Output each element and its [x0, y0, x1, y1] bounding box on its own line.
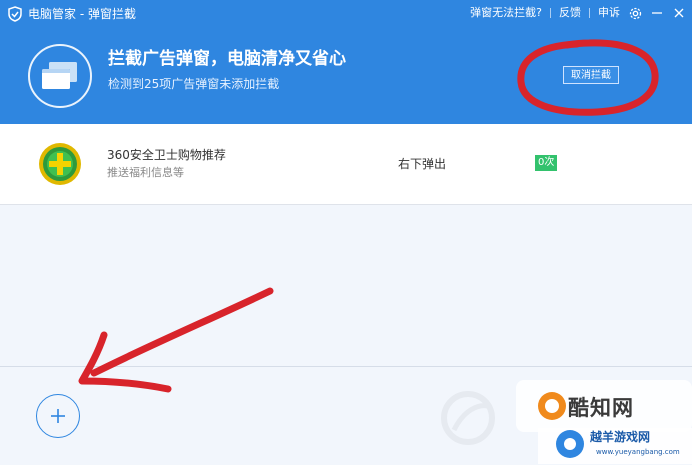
window-title: 电脑管家 - 弹窗拦截 [28, 7, 136, 21]
header-banner: 拦截广告弹窗，电脑清净又省心 检测到25项广告弹窗未添加拦截 取消拦截 [0, 28, 692, 124]
divider [589, 8, 590, 18]
popup-list: 360安全卫士购物推荐 推送福利信息等 右下弹出 0次 [0, 124, 692, 205]
complain-link[interactable]: 申诉 [598, 5, 620, 21]
count-badge: 0次 [535, 155, 558, 171]
watermark-text: www.yueyangbang.com [596, 448, 680, 456]
watermark-text: 越羊游戏网 [590, 430, 651, 444]
title-bar: 电脑管家 - 弹窗拦截 弹窗无法拦截? 反馈 申诉 [0, 0, 692, 28]
watermark-text: 酷知网 [568, 396, 634, 420]
cancel-block-button[interactable]: 取消拦截 [563, 66, 619, 84]
titlebar-actions: 弹窗无法拦截? 反馈 申诉 [470, 5, 686, 21]
item-position: 右下弹出 [398, 157, 447, 171]
popup-window-icon [28, 44, 92, 108]
headline: 拦截广告弹窗，电脑清净又省心 [108, 49, 346, 69]
item-description: 推送福利信息等 [107, 166, 184, 179]
close-icon[interactable] [672, 6, 686, 20]
feedback-link[interactable]: 反馈 [559, 5, 581, 21]
cannot-block-link[interactable]: 弹窗无法拦截? [470, 5, 542, 21]
gear-icon[interactable] [628, 6, 642, 20]
plus-icon [51, 409, 65, 423]
shield-icon [8, 6, 22, 22]
annotation-arrow [78, 287, 274, 393]
divider [550, 8, 551, 18]
360-safeguard-icon [39, 143, 81, 185]
minimize-icon[interactable] [650, 6, 664, 20]
add-button[interactable] [36, 394, 80, 438]
detection-summary: 检测到25项广告弹窗未添加拦截 [108, 77, 280, 91]
item-name: 360安全卫士购物推荐 [107, 148, 226, 162]
